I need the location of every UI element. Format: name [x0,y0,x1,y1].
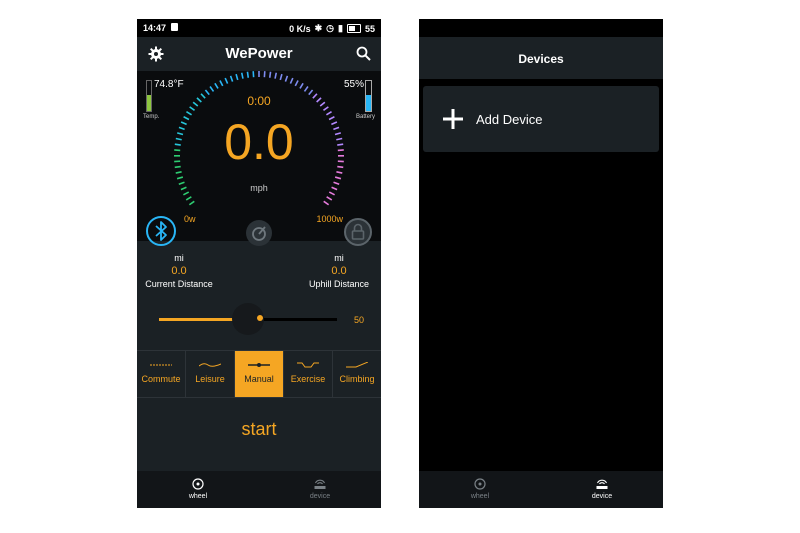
mode-climbing[interactable]: Climbing [333,351,381,397]
add-device-label: Add Device [476,112,543,127]
wheel-screen: 14:47 0 K/s ✱ ◷ ▮ 55 WePower 74.8°F Temp… [137,19,381,508]
slider-thumb-dot [257,315,263,321]
mode-leisure[interactable]: Leisure [186,351,235,397]
leisure-profile-icon [199,363,221,367]
uphill-distance-unit: mi [334,253,344,263]
gauge-tick [279,73,283,81]
device-icon [596,479,608,489]
mode-exercise[interactable]: Exercise [284,351,333,397]
commute-profile-icon [150,364,172,366]
uphill-distance: mi 0.0 Uphill Distance [301,253,377,289]
mode-leisure-label: Leisure [195,374,225,384]
signal-icon: ▮ [338,23,343,33]
gauge-tick [246,71,250,78]
nav-wheel-label: wheel [188,493,208,500]
gauge-tick [289,77,294,84]
devices-screen: Devices Add Device wheel device [419,19,663,508]
wheel-icon [474,478,486,490]
battery-level: 55 [364,23,375,34]
gauge-tick [240,72,244,79]
cadence-icon[interactable] [245,219,273,247]
gauge-tick [224,77,229,84]
ride-timer: 0:00 [247,94,271,108]
bottom-nav: wheel device [137,471,381,508]
gauge-tick [209,86,215,92]
nav-wheel[interactable]: wheel [137,471,259,508]
gauge-tick [326,196,333,201]
mode-manual-label: Manual [244,374,274,384]
current-distance-value: 0.0 [171,265,187,277]
device-icon [314,479,326,489]
status-bar-blank [419,19,663,37]
exercise-profile-icon [297,362,319,368]
uphill-distance-label: Uphill Distance [308,279,370,289]
manual-profile-icon [248,363,270,367]
start-button[interactable]: start [137,419,381,440]
gauge-tick [219,80,224,87]
page-title: WePower [225,45,293,62]
mode-commute-label: Commute [141,374,181,384]
gauge-tick [323,200,330,206]
nav-wheel-label: wheel [470,493,490,500]
temperature-value: 74.8°F [154,79,184,90]
gauge-tick [274,72,278,79]
gauge-tick [336,171,343,174]
gauge-tick [176,176,184,180]
power-min-label: 0w [184,214,196,224]
bluetooth-icon[interactable] [145,215,177,247]
current-distance-label: Current Distance [145,279,213,289]
nav-device[interactable]: device [259,471,381,508]
mode-climbing-label: Climbing [339,374,375,384]
devices-header: Devices [419,37,663,79]
data-rate: 0 K/s [289,23,311,34]
devices-title: Devices [518,52,564,66]
current-distance: mi 0.0 Current Distance [141,253,217,289]
gauge-tick [284,75,289,82]
speed-readout: 0.0 [224,114,294,170]
nav-device-label: device [591,493,613,500]
nav-wheel[interactable]: wheel [419,471,541,508]
status-time: 14:47 [143,23,167,33]
uphill-distance-value: 0.0 [331,265,347,277]
mode-exercise-label: Exercise [290,374,326,384]
mode-tabs: Commute Leisure Manual Exercise Climbing [137,350,381,398]
nav-device[interactable]: device [541,471,663,508]
gauge-tick [229,75,234,82]
gauge-tick [235,73,239,81]
image-notification-icon [171,23,178,31]
mode-manual[interactable]: Manual [235,351,284,397]
gauge-tick [294,80,299,87]
status-icons: 0 K/s ✱ ◷ ▮ 55 [289,23,375,34]
power-max-label: 1000w [316,214,343,224]
nav-device-label: device [309,493,331,500]
plus-icon [443,109,463,129]
gauge-tick [188,200,195,206]
gauge-tick [268,71,272,78]
search-icon[interactable] [356,46,371,61]
bluetooth-status-icon: ✱ [314,23,323,33]
gauge-tick [175,171,182,174]
gauge-tick [299,82,304,89]
status-bar: 14:47 0 K/s ✱ ◷ ▮ 55 [137,19,381,37]
lock-icon[interactable] [343,217,373,247]
gauge-tick [303,86,309,92]
alarm-icon: ◷ [326,23,335,33]
slider-value: 50 [354,315,365,325]
add-device-button[interactable]: Add Device [423,86,659,152]
mode-commute[interactable]: Commute [137,351,186,397]
gauge-tick [334,176,342,180]
gauge-tick [214,82,219,89]
climbing-profile-icon [346,362,368,368]
speed-unit: mph [250,183,268,193]
gauge-tick [185,196,192,201]
current-distance-unit: mi [174,253,184,263]
app-header: WePower [137,37,381,71]
battery-status-icon [346,24,361,33]
battery-value: 55% [343,79,364,90]
wheel-icon [192,478,204,490]
bottom-nav: wheel device [419,471,663,508]
